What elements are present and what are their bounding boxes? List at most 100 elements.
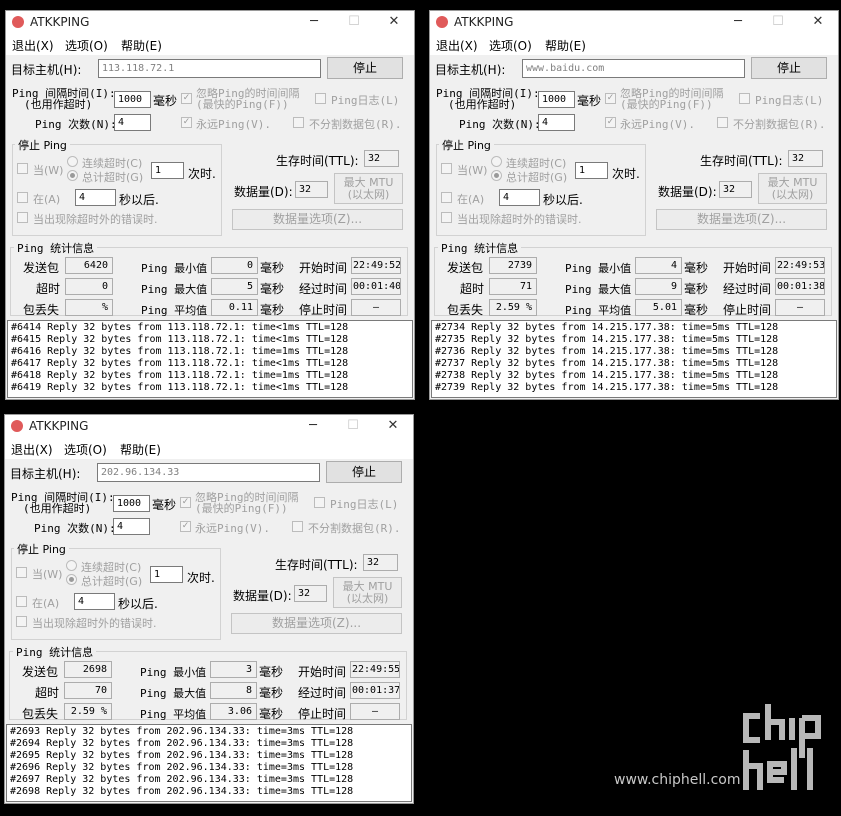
when-checkbox[interactable] xyxy=(17,163,28,174)
interval-input[interactable]: 1000 xyxy=(113,495,150,512)
at-checkbox[interactable] xyxy=(16,596,27,607)
total-timeout-radio[interactable] xyxy=(67,170,78,181)
data-size-label: 数据量(D): xyxy=(234,185,293,199)
ping-window-3: ATKKPING ─ ☐ ✕ 退出(X) 选项(O) 帮助(E) 目标主机(H)… xyxy=(4,414,414,804)
minimize-icon[interactable]: ─ xyxy=(293,415,333,439)
no-fragment-checkbox[interactable] xyxy=(292,521,303,532)
log-line: #6419 Reply 32 bytes from 113.118.72.1: … xyxy=(11,382,349,393)
data-options-button[interactable]: 数据量选项(Z)... xyxy=(656,209,827,230)
close-icon[interactable]: ✕ xyxy=(798,11,838,35)
log-line: #6414 Reply 32 bytes from 113.118.72.1: … xyxy=(11,322,349,333)
ping-log-checkbox[interactable] xyxy=(315,93,326,104)
on-error-checkbox[interactable] xyxy=(16,616,27,627)
chiphell-logo-graphic xyxy=(743,704,821,790)
data-size-input[interactable]: 32 xyxy=(719,181,752,198)
forever-checkbox[interactable]: ✓ xyxy=(181,117,192,128)
count-label: Ping 次数(N): xyxy=(459,118,541,131)
menu-help[interactable]: 帮助(E) xyxy=(121,37,162,54)
interval-input[interactable]: 1000 xyxy=(114,91,151,108)
no-fragment-checkbox[interactable] xyxy=(293,117,304,128)
forever-label: 永远Ping(V). xyxy=(195,522,270,535)
count-input[interactable]: 4 xyxy=(538,114,575,131)
consecutive-timeout-radio[interactable] xyxy=(66,560,77,571)
ignore-interval-sublabel: (最快的Ping(F)) xyxy=(196,98,289,111)
at-checkbox[interactable] xyxy=(17,192,28,203)
max-mtu-button[interactable]: 最大 MTU (以太网) xyxy=(334,173,403,204)
ttl-input[interactable]: 32 xyxy=(364,150,399,167)
max-mtu-button[interactable]: 最大 MTU (以太网) xyxy=(758,173,827,204)
target-host-input[interactable]: 113.118.72.1 xyxy=(98,59,321,78)
total-timeout-radio[interactable] xyxy=(491,170,502,181)
at-seconds-input[interactable]: 4 xyxy=(499,189,540,206)
stop-button[interactable]: 停止 xyxy=(751,57,827,79)
when-label: 当(W) xyxy=(457,164,488,177)
consecutive-timeout-radio[interactable] xyxy=(491,156,502,167)
ttl-input[interactable]: 32 xyxy=(363,554,398,571)
total-timeout-label: 总计超时(G) xyxy=(506,171,568,184)
ping-log[interactable]: #6414 Reply 32 bytes from 113.118.72.1: … xyxy=(7,320,413,398)
when-checkbox[interactable] xyxy=(16,567,27,578)
max-value: 8 xyxy=(210,682,257,699)
at-seconds-input[interactable]: 4 xyxy=(75,189,116,206)
ping-log-checkbox[interactable] xyxy=(314,497,325,508)
log-line: #2693 Reply 32 bytes from 202.96.134.33:… xyxy=(10,726,354,737)
ignore-interval-sublabel: (最快的Ping(F)) xyxy=(620,98,713,111)
log-line: #6417 Reply 32 bytes from 113.118.72.1: … xyxy=(11,358,349,369)
menu-options[interactable]: 选项(O) xyxy=(64,441,107,458)
on-error-checkbox[interactable] xyxy=(17,212,28,223)
ping-log[interactable]: #2734 Reply 32 bytes from 14.215.177.38:… xyxy=(431,320,837,398)
count-input[interactable]: 4 xyxy=(114,114,151,131)
menu-exit[interactable]: 退出(X) xyxy=(12,37,54,54)
menu-exit[interactable]: 退出(X) xyxy=(11,441,53,458)
ttl-input[interactable]: 32 xyxy=(788,150,823,167)
close-icon[interactable]: ✕ xyxy=(373,415,413,439)
stop-button[interactable]: 停止 xyxy=(326,461,402,483)
stop-button[interactable]: 停止 xyxy=(327,57,403,79)
target-host-input[interactable]: 202.96.134.33 xyxy=(97,463,320,482)
interval-input[interactable]: 1000 xyxy=(538,91,575,108)
ping-log-checkbox[interactable] xyxy=(739,93,750,104)
menu-help[interactable]: 帮助(E) xyxy=(545,37,586,54)
ignore-interval-checkbox[interactable]: ✓ xyxy=(180,497,191,508)
min-unit: 毫秒 xyxy=(259,665,284,679)
sent-label: 发送包 xyxy=(22,665,59,679)
forever-checkbox[interactable]: ✓ xyxy=(605,117,616,128)
ping-log-label: Ping日志(L) xyxy=(331,94,400,107)
no-fragment-checkbox[interactable] xyxy=(717,117,728,128)
timeout-count-input[interactable]: 1 xyxy=(151,162,184,179)
menu-exit[interactable]: 退出(X) xyxy=(436,37,478,54)
data-size-input[interactable]: 32 xyxy=(294,585,327,602)
minimize-icon[interactable]: ─ xyxy=(718,11,758,35)
max-mtu-button[interactable]: 最大 MTU (以太网) xyxy=(333,577,402,608)
at-seconds-input[interactable]: 4 xyxy=(74,593,115,610)
at-checkbox[interactable] xyxy=(441,192,452,203)
timeout-count-input[interactable]: 1 xyxy=(575,162,608,179)
target-host-input[interactable]: www.baidu.com xyxy=(522,59,745,78)
total-timeout-radio[interactable] xyxy=(66,574,77,585)
max-label: Ping 最大值 xyxy=(565,283,632,296)
menu-options[interactable]: 选项(O) xyxy=(489,37,532,54)
consecutive-timeout-radio[interactable] xyxy=(67,156,78,167)
menu-help[interactable]: 帮助(E) xyxy=(120,441,161,458)
max-mtu-line2: (以太网) xyxy=(347,188,390,201)
forever-checkbox[interactable]: ✓ xyxy=(180,521,191,532)
data-size-input[interactable]: 32 xyxy=(295,181,328,198)
log-line: #2698 Reply 32 bytes from 202.96.134.33:… xyxy=(10,786,354,797)
on-error-checkbox[interactable] xyxy=(441,212,452,223)
minimize-icon[interactable]: ─ xyxy=(294,11,334,35)
count-input[interactable]: 4 xyxy=(113,518,150,535)
avg-value: 0.11 xyxy=(211,299,258,316)
data-options-button[interactable]: 数据量选项(Z)... xyxy=(232,209,403,230)
no-fragment-label: 不分割数据包(R). xyxy=(309,118,402,131)
ignore-interval-checkbox[interactable]: ✓ xyxy=(181,93,192,104)
elapsed-label: 经过时间 xyxy=(299,282,348,296)
menu-options[interactable]: 选项(O) xyxy=(65,37,108,54)
ping-log[interactable]: #2693 Reply 32 bytes from 202.96.134.33:… xyxy=(6,724,412,802)
ignore-interval-checkbox[interactable]: ✓ xyxy=(605,93,616,104)
log-line: #2694 Reply 32 bytes from 202.96.134.33:… xyxy=(10,738,354,749)
close-icon[interactable]: ✕ xyxy=(374,11,414,35)
sent-label: 发送包 xyxy=(23,261,60,275)
when-checkbox[interactable] xyxy=(441,163,452,174)
data-options-button[interactable]: 数据量选项(Z)... xyxy=(231,613,402,634)
timeout-count-input[interactable]: 1 xyxy=(150,566,183,583)
